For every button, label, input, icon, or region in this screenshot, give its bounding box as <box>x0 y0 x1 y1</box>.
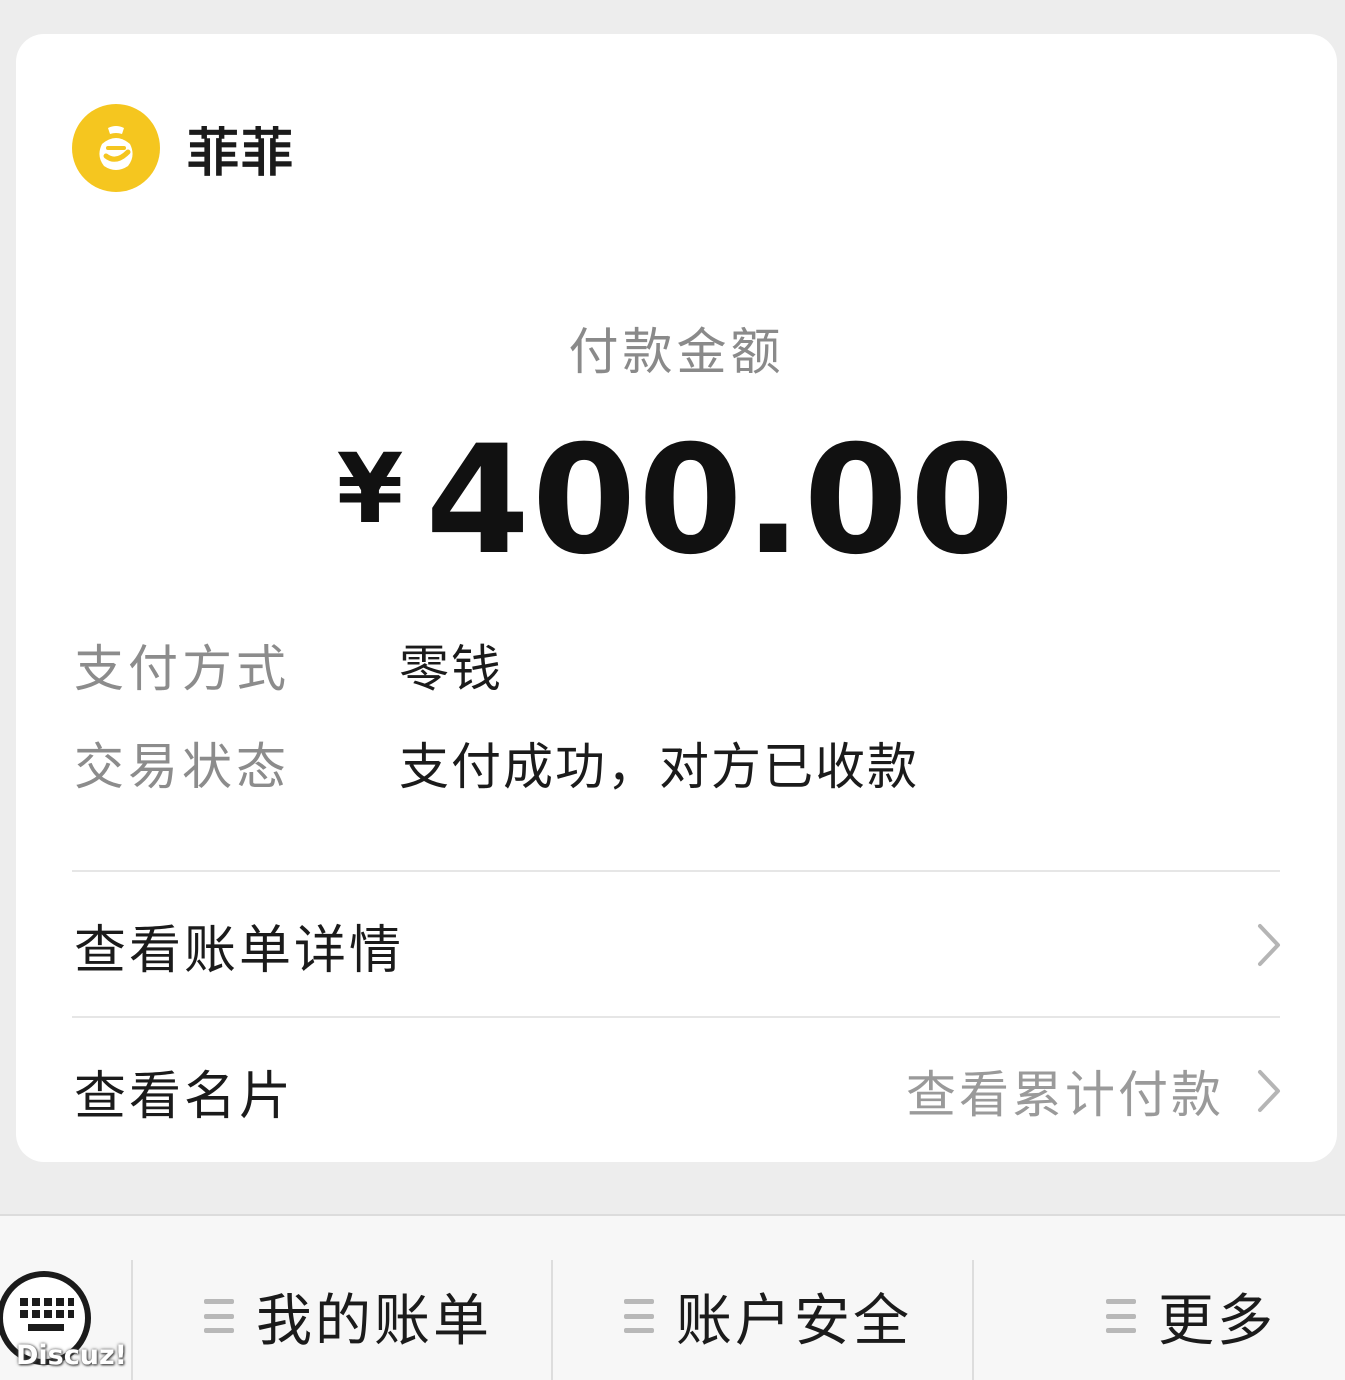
merchant-name: 菲菲 <box>187 123 296 184</box>
transaction-status-label: 交易状态 <box>74 738 290 796</box>
amount-display: ¥400.00 <box>16 414 1337 588</box>
payment-method-row: 支付方式 零钱 <box>74 630 503 700</box>
view-bill-details-button[interactable]: 查看账单详情 <box>74 890 1284 1000</box>
tab-more-label: 更多 <box>1158 1288 1276 1354</box>
currency-symbol: ¥ <box>336 433 404 545</box>
watermark-text: Discuz! <box>16 1340 127 1371</box>
divider <box>72 870 1280 872</box>
chevron-right-icon <box>1254 1066 1284 1116</box>
transaction-status-row: 交易状态 支付成功，对方已收款 <box>74 728 919 798</box>
tab-my-bills-label: 我的账单 <box>256 1288 492 1354</box>
tab-account-security-label: 账户安全 <box>676 1288 912 1354</box>
merchant-header: 菲菲 <box>72 104 295 192</box>
bottom-menu-bar: Discuz! 我的账单 账户安全 更多 <box>0 1214 1345 1380</box>
divider <box>72 1016 1280 1018</box>
tab-my-bills[interactable]: 我的账单 <box>204 1276 492 1356</box>
amount-value: 400.00 <box>425 414 1017 588</box>
menu-lines-icon <box>624 1299 654 1333</box>
tab-separator <box>972 1260 974 1380</box>
transaction-status-value: 支付成功，对方已收款 <box>399 738 919 796</box>
view-business-card-row[interactable]: 查看名片 查看累计付款 <box>74 1036 1284 1146</box>
keyboard-toggle-button[interactable]: Discuz! <box>0 1270 127 1371</box>
payment-method-value: 零钱 <box>399 640 503 698</box>
payment-method-label: 支付方式 <box>74 640 290 698</box>
menu-lines-icon <box>204 1299 234 1333</box>
chevron-right-icon <box>1254 920 1284 970</box>
payment-card: 菲菲 付款金额 ¥400.00 支付方式 零钱 交易状态 支付成功，对方已收款 … <box>16 34 1337 1162</box>
amount-label: 付款金额 <box>568 323 785 381</box>
view-bill-details-label: 查看账单详情 <box>74 920 405 981</box>
tab-account-security[interactable]: 账户安全 <box>624 1276 912 1356</box>
tab-separator <box>131 1260 133 1380</box>
view-business-card-label: 查看名片 <box>74 1066 295 1127</box>
menu-lines-icon <box>1106 1299 1136 1333</box>
view-cumulative-payments-link[interactable]: 查看累计付款 <box>906 1055 1224 1127</box>
merchant-logo-icon <box>72 104 160 192</box>
tab-more[interactable]: 更多 <box>1106 1276 1276 1356</box>
tab-separator <box>551 1260 553 1380</box>
